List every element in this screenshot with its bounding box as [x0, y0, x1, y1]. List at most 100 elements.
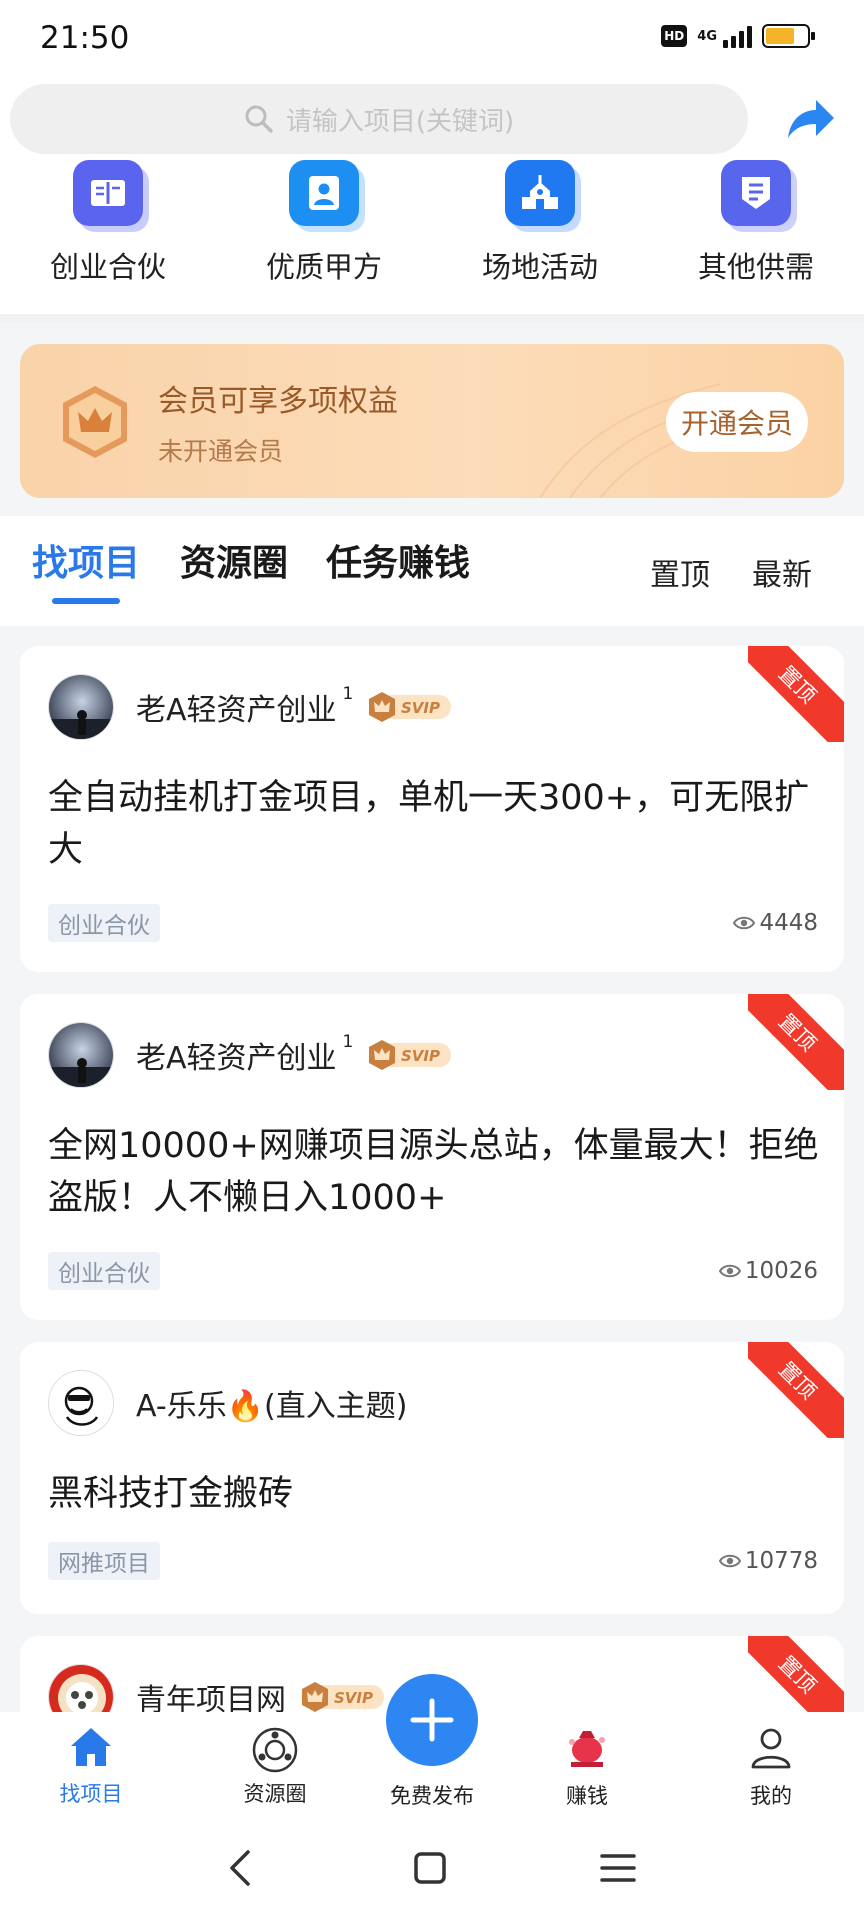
project-title: 全自动挂机打金项目，单机一天300+，可无限扩大 — [48, 778, 810, 870]
home-icon — [71, 1728, 111, 1766]
nav-label: 赚钱 — [566, 1784, 608, 1808]
sort-latest[interactable]: 最新 — [752, 550, 812, 594]
category-label: 场地活动 — [481, 250, 598, 284]
home-square-icon[interactable] — [410, 1848, 450, 1888]
circle-network-icon — [252, 1727, 298, 1773]
tab-find-project[interactable]: 找项目 — [32, 534, 140, 586]
back-icon[interactable] — [222, 1848, 262, 1888]
pinned-label: 置顶 — [773, 1651, 821, 1699]
view-count: 4448 — [733, 910, 818, 936]
view-count: 10026 — [718, 1258, 818, 1284]
pinned-label: 置顶 — [773, 661, 821, 709]
pinned-ribbon: 置顶 — [748, 646, 844, 742]
project-title: 黑科技打金搬砖 — [48, 1474, 294, 1514]
nav-find-project[interactable]: 找项目 — [36, 1726, 146, 1808]
category-other-supply[interactable]: 其他供需 — [648, 160, 864, 300]
network-label: 4G — [697, 28, 717, 44]
active-tab-indicator — [52, 598, 120, 604]
category-quality-client[interactable]: 优质甲方 — [216, 160, 432, 300]
eye-icon — [718, 1554, 741, 1568]
pinned-label: 置顶 — [773, 1009, 821, 1057]
nav-label: 资源圈 — [243, 1782, 307, 1806]
eye-icon — [718, 1264, 741, 1278]
avatar[interactable] — [48, 674, 114, 740]
project-card[interactable]: 置顶 老A轻资产创业 1 SVIP 全网10000+网赚项目源头总站，体量最大！… — [20, 994, 844, 1320]
section-divider — [0, 314, 864, 322]
avatar[interactable] — [48, 1370, 114, 1436]
pinned-ribbon: 置顶 — [748, 1636, 844, 1712]
share-icon[interactable] — [782, 92, 838, 148]
sort-pinned[interactable]: 置顶 — [650, 550, 710, 594]
status-time: 21:50 — [40, 20, 130, 56]
status-bar: 21:50 HD 4G — [0, 0, 864, 80]
category-tag: 创业合伙 — [48, 1252, 160, 1290]
membership-title: 会员可享多项权益 — [158, 384, 398, 419]
nav-profile[interactable]: 我的 — [716, 1726, 826, 1810]
tab-task-earn[interactable]: 任务赚钱 — [326, 534, 470, 586]
nav-resource-circle[interactable]: 资源圈 — [220, 1726, 330, 1808]
avatar[interactable] — [48, 1022, 114, 1088]
crown-badge-icon — [63, 386, 127, 458]
open-membership-button[interactable]: 开通会员 — [666, 392, 808, 452]
author-row: 老A轻资产创业 1 SVIP — [48, 1022, 453, 1088]
author-row: 老A轻资产创业 1 SVIP — [48, 674, 453, 740]
svip-badge-icon: SVIP — [302, 1682, 384, 1712]
plus-icon — [410, 1698, 454, 1742]
author-name[interactable]: 青年项目网 — [136, 1675, 286, 1712]
bottom-navigation: 找项目 资源圈 免费发布 赚钱 我的 — [0, 1674, 864, 1816]
author-level: 1 — [342, 684, 354, 704]
category-tag: 创业合伙 — [48, 904, 160, 942]
battery-level — [766, 28, 794, 44]
money-bag-icon — [569, 1731, 605, 1767]
tab-resource-circle[interactable]: 资源圈 — [180, 534, 288, 586]
header-area: 21:50 HD 4G 请输入项目(关键词) 创业合伙 优质甲方 场地活动 其他… — [0, 0, 864, 316]
shield-list-icon — [721, 160, 791, 226]
project-card[interactable]: 置顶 A-乐乐🔥(直入主题) 黑科技打金搬砖 网推项目 10778 — [20, 1342, 844, 1614]
status-icons: HD 4G — [661, 24, 815, 48]
view-count-value: 10026 — [744, 1258, 818, 1284]
svip-badge-icon: SVIP — [369, 692, 452, 722]
author-row: 青年项目网 SVIP — [48, 1664, 386, 1712]
battery-icon — [762, 24, 815, 48]
project-title: 全网10000+网赚项目源头总站，体量最大！拒绝盗版！人不懒日入1000+ — [48, 1126, 819, 1218]
menu-icon[interactable] — [598, 1848, 638, 1888]
publish-label[interactable]: 免费发布 — [372, 1780, 492, 1810]
category-venue-event[interactable]: 场地活动 — [432, 160, 648, 300]
author-name[interactable]: A-乐乐🔥(直入主题) — [136, 1381, 407, 1425]
author-row: A-乐乐🔥(直入主题) — [48, 1370, 407, 1436]
pinned-ribbon: 置顶 — [748, 994, 844, 1090]
category-startup-partner[interactable]: 创业合伙 — [0, 160, 216, 300]
category-tag: 网推项目 — [48, 1542, 160, 1580]
publish-button[interactable] — [386, 1674, 478, 1766]
nav-earn[interactable]: 赚钱 — [532, 1726, 642, 1810]
category-label: 优质甲方 — [265, 250, 382, 284]
category-label: 创业合伙 — [49, 250, 166, 284]
view-count-value: 10778 — [744, 1548, 818, 1574]
pinned-label: 置顶 — [773, 1357, 821, 1405]
feed-tabs: 找项目 资源圈 任务赚钱 置顶 最新 — [0, 516, 864, 626]
svip-label: SVIP — [334, 1689, 373, 1707]
membership-status: 未开通会员 — [158, 437, 284, 466]
nav-label: 我的 — [750, 1784, 792, 1808]
eye-icon — [733, 916, 756, 930]
building-icon — [505, 160, 575, 226]
search-placeholder: 请输入项目(关键词) — [285, 106, 515, 137]
author-name[interactable]: 老A轻资产创业 — [136, 1033, 337, 1077]
hd-icon: HD — [661, 25, 688, 47]
search-input[interactable]: 请输入项目(关键词) — [10, 84, 748, 154]
view-count-value: 4448 — [759, 910, 818, 936]
project-card[interactable]: 置顶 老A轻资产创业 1 SVIP 全自动挂机打金项目，单机一天300+，可无限… — [20, 646, 844, 972]
nav-label: 找项目 — [59, 1782, 123, 1806]
signal-icon — [723, 24, 752, 48]
svip-label: SVIP — [401, 1047, 440, 1065]
author-name[interactable]: 老A轻资产创业 — [136, 685, 337, 729]
svip-badge-icon: SVIP — [369, 1040, 452, 1070]
system-navigation-bar — [0, 1816, 864, 1920]
author-level: 1 — [342, 1032, 354, 1052]
book-icon — [73, 160, 143, 226]
category-label: 其他供需 — [697, 250, 814, 284]
avatar[interactable] — [48, 1664, 114, 1712]
user-icon — [751, 1728, 791, 1769]
membership-banner[interactable]: 会员可享多项权益 未开通会员 开通会员 — [20, 344, 844, 498]
project-feed: 置顶 老A轻资产创业 1 SVIP 全自动挂机打金项目，单机一天300+，可无限… — [20, 646, 844, 1712]
